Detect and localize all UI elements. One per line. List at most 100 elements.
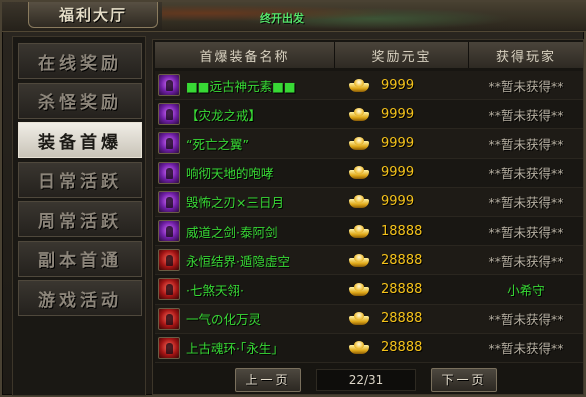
sidebar-item-6[interactable]: 游戏活动 bbox=[18, 280, 142, 316]
table-row: ■■远古神元素■■ 9999 **暂未获得** bbox=[155, 71, 583, 101]
reward-amount: 28888 bbox=[381, 340, 423, 356]
item-cell: 响彻天地的咆哮 bbox=[155, 161, 335, 184]
table-row: ·七煞天翎· 28888 小希守 bbox=[155, 275, 583, 305]
sidebar-item-1[interactable]: 杀怪奖励 bbox=[18, 82, 142, 119]
purple-gem-icon[interactable] bbox=[158, 74, 180, 97]
item-name: “死亡之翼” bbox=[186, 136, 249, 152]
player-cell: **暂未获得** bbox=[488, 195, 564, 211]
reward-cell: 9999 bbox=[335, 165, 469, 180]
reward-amount: 18888 bbox=[381, 223, 423, 239]
pagination: 上一页 22/31 下一页 bbox=[155, 365, 583, 394]
item-name: 【灾龙之戒】 bbox=[186, 107, 262, 123]
player-cell: 小希守 bbox=[507, 282, 545, 298]
next-page-button[interactable]: 下一页 bbox=[431, 367, 497, 392]
gold-ingot-icon bbox=[349, 78, 369, 92]
sidebar-item-5[interactable]: 副本首通 bbox=[18, 240, 142, 277]
item-name: 威道之剑·泰阿剑 bbox=[186, 224, 278, 240]
reward-cell: 28888 bbox=[335, 253, 469, 268]
reward-cell: 28888 bbox=[335, 282, 469, 297]
table-row: 毁怖之刃×三日月 9999 **暂未获得** bbox=[155, 187, 583, 217]
player-cell: **暂未获得** bbox=[488, 78, 564, 94]
table-row: 永恒结界·遁隐虚空 28888 **暂未获得** bbox=[155, 246, 583, 276]
purple-helmet-icon[interactable] bbox=[158, 161, 180, 184]
reward-amount: 28888 bbox=[381, 281, 423, 297]
player-cell: **暂未获得** bbox=[488, 341, 564, 357]
item-cell: ■■远古神元素■■ bbox=[155, 74, 335, 97]
purple-sword-icon[interactable] bbox=[158, 220, 180, 243]
player-cell: **暂未获得** bbox=[488, 136, 564, 152]
gold-ingot-icon bbox=[349, 166, 369, 180]
header-scene-art bbox=[162, 2, 586, 30]
table-row: 威道之剑·泰阿剑 18888 **暂未获得** bbox=[155, 216, 583, 247]
first-drop-table-panel: 首爆装备名称 奖励元宝 获得玩家 ■■远古神元素■■ 9999 **暂未获得** 【灾… bbox=[152, 39, 584, 395]
table-row: 【灾龙之戒】 9999 **暂未获得** bbox=[155, 100, 583, 130]
reward-amount: 9999 bbox=[381, 165, 415, 181]
page-indicator: 22/31 bbox=[316, 368, 416, 391]
table-row: 响彻天地的咆哮 9999 **暂未获得** bbox=[155, 158, 583, 188]
sidebar-item-0[interactable]: 在线奖励 bbox=[18, 43, 142, 79]
table-row: “死亡之翼” 9999 **暂未获得** bbox=[155, 129, 583, 159]
item-name: 永恒结界·遁隐虚空 bbox=[186, 253, 290, 269]
sidebar-item-3[interactable]: 日常活跃 bbox=[18, 161, 142, 198]
column-header-player: 获得玩家 bbox=[469, 42, 583, 68]
gold-ingot-icon bbox=[349, 224, 369, 238]
item-cell: 永恒结界·遁隐虚空 bbox=[155, 249, 335, 272]
item-cell: 威道之剑·泰阿剑 bbox=[155, 220, 335, 243]
item-name: ·七煞天翎· bbox=[186, 282, 244, 298]
item-name: 响彻天地的咆哮 bbox=[186, 166, 274, 182]
red-flame-icon[interactable] bbox=[158, 307, 180, 330]
player-cell: **暂未获得** bbox=[488, 224, 564, 240]
gold-ingot-icon bbox=[349, 282, 369, 296]
window-title: 福利大厅 bbox=[28, 2, 158, 28]
table-header: 首爆装备名称 奖励元宝 获得玩家 bbox=[155, 42, 583, 68]
item-name: 毁怖之刃×三日月 bbox=[186, 195, 284, 211]
red-feather-icon[interactable] bbox=[158, 278, 180, 301]
purple-charm-icon[interactable] bbox=[158, 132, 180, 155]
item-name: 一气の化万灵 bbox=[186, 312, 262, 328]
item-name: ■■远古神元素■■ bbox=[186, 78, 296, 94]
table-row: 一气の化万灵 28888 **暂未获得** bbox=[155, 304, 583, 334]
item-cell: 【灾龙之戒】 bbox=[155, 103, 335, 126]
reward-amount: 9999 bbox=[381, 194, 415, 210]
player-cell: **暂未获得** bbox=[488, 312, 564, 328]
red-barrier-icon[interactable] bbox=[158, 249, 180, 272]
gold-ingot-icon bbox=[349, 195, 369, 209]
reward-amount: 28888 bbox=[381, 252, 423, 268]
reward-amount: 9999 bbox=[381, 77, 415, 93]
reward-amount: 9999 bbox=[381, 106, 415, 122]
sidebar-item-2[interactable]: 装备首爆 bbox=[18, 122, 142, 158]
player-cell: **暂未获得** bbox=[488, 107, 564, 123]
red-ring-icon[interactable] bbox=[158, 336, 180, 359]
scene-location-label: 终开出发 bbox=[260, 12, 304, 25]
reward-cell: 9999 bbox=[335, 194, 469, 209]
reward-cell: 28888 bbox=[335, 340, 469, 355]
welfare-hall-window: 福利大厅 终开出发 在线奖励 杀怪奖励 装备首爆 日常活跃 周常活跃 副本首通 游戏活动 首… bbox=[0, 0, 586, 397]
player-cell: **暂未获得** bbox=[488, 253, 564, 269]
purple-ring-icon[interactable] bbox=[158, 103, 180, 126]
gold-ingot-icon bbox=[349, 107, 369, 121]
reward-cell: 9999 bbox=[335, 107, 469, 122]
item-cell: ·七煞天翎· bbox=[155, 278, 335, 301]
gold-ingot-icon bbox=[349, 341, 369, 355]
reward-cell: 9999 bbox=[335, 136, 469, 151]
gold-ingot-icon bbox=[349, 312, 369, 326]
reward-amount: 9999 bbox=[381, 135, 415, 151]
column-header-reward: 奖励元宝 bbox=[335, 42, 469, 68]
gold-ingot-icon bbox=[349, 136, 369, 150]
item-name: 上古魂环·「永生」 bbox=[186, 341, 284, 357]
reward-cell: 18888 bbox=[335, 224, 469, 239]
gold-ingot-icon bbox=[349, 253, 369, 267]
window-header: 福利大厅 终开出发 bbox=[2, 2, 586, 32]
item-cell: 上古魂环·「永生」 bbox=[155, 336, 335, 359]
item-cell: “死亡之翼” bbox=[155, 132, 335, 155]
purple-blade-icon[interactable] bbox=[158, 190, 180, 213]
table-body: ■■远古神元素■■ 9999 **暂未获得** 【灾龙之戒】 9999 **暂未获得** “… bbox=[155, 71, 583, 363]
prev-page-button[interactable]: 上一页 bbox=[235, 367, 301, 392]
player-cell: **暂未获得** bbox=[488, 166, 564, 182]
item-cell: 毁怖之刃×三日月 bbox=[155, 190, 335, 213]
table-row: 上古魂环·「永生」 28888 **暂未获得** bbox=[155, 333, 583, 363]
sidebar-item-4[interactable]: 周常活跃 bbox=[18, 201, 142, 237]
reward-cell: 9999 bbox=[335, 78, 469, 93]
reward-cell: 28888 bbox=[335, 311, 469, 326]
category-sidebar: 在线奖励 杀怪奖励 装备首爆 日常活跃 周常活跃 副本首通 游戏活动 bbox=[12, 36, 146, 396]
